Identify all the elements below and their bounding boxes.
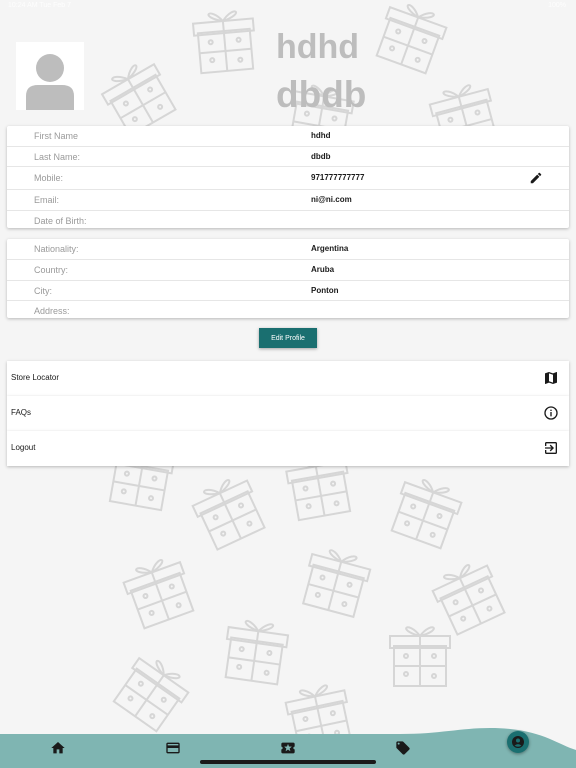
menu-item-label: Store Locator xyxy=(11,373,60,382)
menu-item-label: Logout xyxy=(11,443,36,452)
nav-cards[interactable] xyxy=(165,740,181,756)
edit-profile-button[interactable]: Edit Profile xyxy=(259,328,317,348)
profile-last-name: dbdb xyxy=(276,74,367,115)
info-row-date-of-birth: Date of Birth: xyxy=(7,211,569,231)
info-row-email: Email: ni@ni.com xyxy=(7,190,569,211)
nav-profile[interactable] xyxy=(507,731,529,753)
avatar[interactable] xyxy=(16,42,84,110)
logout-icon xyxy=(545,442,557,454)
info-label: Nationality: xyxy=(34,244,79,254)
info-label: Address: xyxy=(34,306,70,316)
menu-item-logout[interactable]: Logout xyxy=(7,431,569,466)
nav-offers[interactable] xyxy=(395,740,411,756)
info-label: Mobile: xyxy=(34,173,64,183)
status-time: 10:24 AM Tue Feb 7 xyxy=(8,2,72,9)
menu-item-label: FAQs xyxy=(11,408,32,417)
home-icon xyxy=(51,742,65,754)
info-icon xyxy=(544,406,558,420)
profile-first-name: hdhd xyxy=(276,28,360,66)
info-row-last-name: Last Name: dbdb xyxy=(7,147,569,167)
info-value: ni@ni.com xyxy=(311,195,352,204)
info-row-mobile: Mobile: 971777777777 xyxy=(7,167,569,190)
tag-icon xyxy=(396,741,410,755)
menu-item-faqs[interactable]: FAQs xyxy=(7,396,569,431)
info-row-city: City: Ponton xyxy=(7,281,569,301)
battery-status: 100% xyxy=(548,2,566,9)
info-row-address: Address: xyxy=(7,301,569,320)
location-info-card: Nationality: Argentina Country: Aruba Ci… xyxy=(7,239,569,318)
info-label: Date of Birth: xyxy=(34,216,87,226)
nav-home[interactable] xyxy=(50,740,66,756)
info-value: Ponton xyxy=(311,286,339,295)
info-value: 971777777777 xyxy=(311,173,365,182)
info-value: dbdb xyxy=(311,152,331,161)
personal-info-card: First Name hdhd Last Name: dbdb Mobile: … xyxy=(7,126,569,228)
info-value: hdhd xyxy=(311,131,331,140)
menu-item-store-locator[interactable]: Store Locator xyxy=(7,361,569,396)
info-row-country: Country: Aruba xyxy=(7,260,569,281)
profile-icon xyxy=(512,736,524,748)
info-value: Aruba xyxy=(311,265,335,274)
status-bar: 10:24 AM Tue Feb 7 100% xyxy=(0,0,576,14)
card-icon xyxy=(166,742,180,754)
home-indicator xyxy=(200,760,376,764)
info-label: Country: xyxy=(34,265,69,275)
info-label: First Name xyxy=(34,131,79,141)
avatar-placeholder-icon xyxy=(26,54,74,110)
info-label: Last Name: xyxy=(34,152,81,162)
nav-tickets[interactable] xyxy=(280,740,296,756)
ticket-icon xyxy=(281,742,295,754)
info-row-first-name: First Name hdhd xyxy=(7,126,569,147)
info-label: City: xyxy=(34,286,52,296)
info-label: Email: xyxy=(34,195,60,205)
info-row-nationality: Nationality: Argentina xyxy=(7,239,569,260)
info-value: Argentina xyxy=(311,244,349,253)
map-icon xyxy=(545,372,557,384)
profile-menu: Store Locator FAQs Logout xyxy=(7,361,569,466)
pencil-icon[interactable] xyxy=(529,171,543,185)
